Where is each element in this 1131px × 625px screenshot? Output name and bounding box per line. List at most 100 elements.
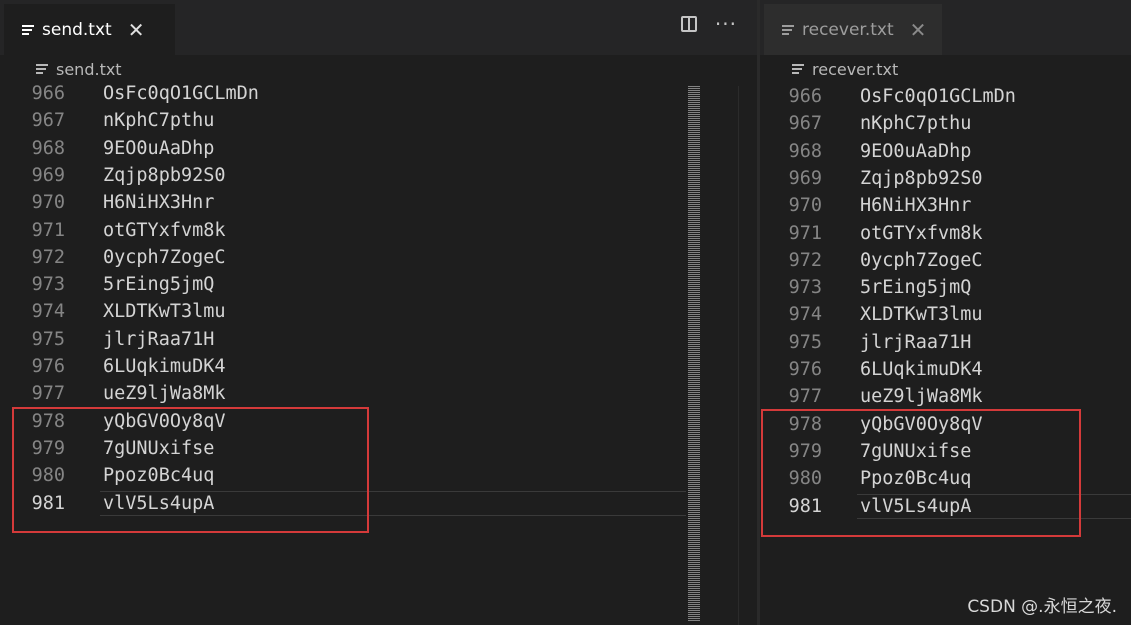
- code-line[interactable]: 972 0ycph7ZogeC: [0, 244, 686, 271]
- close-icon[interactable]: ✕: [910, 20, 927, 40]
- line-text: 5rEing5jmQ: [860, 277, 972, 299]
- line-number: 973: [788, 277, 822, 299]
- vertical-scrollbar[interactable]: [738, 86, 739, 625]
- line-number: 975: [788, 331, 822, 353]
- line-text: nKphC7pthu: [103, 110, 215, 132]
- code-line[interactable]: 977 ueZ9ljWa8Mk: [760, 383, 1131, 410]
- line-number: 973: [31, 274, 65, 296]
- text-editor-right[interactable]: 966 OsFc0qO1GCLmDn 967 nKphC7pthu 968 9EO0uAa…: [760, 83, 1131, 625]
- line-text: otGTYxfvm8k: [860, 222, 983, 244]
- line-number: 968: [788, 140, 822, 162]
- breadcrumb[interactable]: send.txt: [36, 56, 122, 82]
- line-text: 5rEing5jmQ: [103, 274, 215, 296]
- line-number: 974: [788, 304, 822, 326]
- highlight-box-right: [761, 409, 1081, 537]
- code-line[interactable]: 976 6LUqkimuDK4: [0, 353, 686, 380]
- tab-send-txt[interactable]: send.txt ✕: [4, 4, 175, 55]
- code-line[interactable]: 973 5rEing5jmQ: [760, 274, 1131, 301]
- line-text: 9EO0uAaDhp: [860, 140, 972, 162]
- code-line[interactable]: 971 otGTYxfvm8k: [0, 217, 686, 244]
- minimap[interactable]: [688, 86, 700, 621]
- editor-actions: ···: [680, 14, 737, 34]
- code-line[interactable]: 973 5rEing5jmQ: [0, 271, 686, 298]
- code-line[interactable]: 974 XLDTKwT3lmu: [0, 298, 686, 325]
- tab-label: send.txt: [42, 19, 112, 40]
- line-number: 976: [788, 359, 822, 380]
- line-number: 968: [31, 137, 65, 159]
- tab-recever-txt[interactable]: recever.txt ✕: [764, 4, 942, 55]
- code-line[interactable]: 975 jlrjRaa71H: [0, 326, 686, 353]
- more-actions-icon[interactable]: ···: [715, 14, 737, 34]
- line-number: 977: [31, 383, 65, 405]
- line-number: 970: [31, 192, 65, 214]
- code-line[interactable]: 967 nKphC7pthu: [760, 110, 1131, 137]
- split-editor-icon[interactable]: [680, 16, 697, 32]
- code-line[interactable]: 977 ueZ9ljWa8Mk: [0, 380, 686, 407]
- line-text: otGTYxfvm8k: [103, 219, 226, 241]
- code-line[interactable]: 971 otGTYxfvm8k: [760, 220, 1131, 247]
- code-line[interactable]: 968 9EO0uAaDhp: [760, 138, 1131, 165]
- breadcrumb-file[interactable]: send.txt: [56, 60, 122, 79]
- line-number: 967: [31, 110, 65, 132]
- line-text: ueZ9ljWa8Mk: [860, 386, 983, 408]
- line-number: 977: [788, 386, 822, 408]
- text-file-icon: [792, 63, 804, 75]
- line-text: jlrjRaa71H: [103, 328, 215, 350]
- code-line[interactable]: 975 jlrjRaa71H: [760, 329, 1131, 356]
- code-line[interactable]: 969 Zqjp8pb92S0: [0, 162, 686, 189]
- tab-bar-right: recever.txt ✕: [760, 0, 1131, 55]
- code-line[interactable]: 969 Zqjp8pb92S0: [760, 165, 1131, 192]
- code-line[interactable]: 967 nKphC7pthu: [0, 107, 686, 134]
- editor-window: send.txt ✕ ··· send.txt 966 OsFc0qO1GCLmD…: [0, 0, 1131, 625]
- line-text: XLDTKwT3lmu: [103, 301, 226, 323]
- line-number: 969: [788, 167, 822, 189]
- line-number: 970: [788, 195, 822, 217]
- line-text: 6LUqkimuDK4: [860, 359, 983, 380]
- line-text: 0ycph7ZogeC: [103, 246, 226, 268]
- line-number: 972: [788, 249, 822, 271]
- code-line[interactable]: 968 9EO0uAaDhp: [0, 135, 686, 162]
- line-number: 975: [31, 328, 65, 350]
- line-text: H6NiHX3Hnr: [860, 195, 972, 217]
- line-text: OsFc0qO1GCLmDn: [860, 86, 1016, 107]
- line-text: OsFc0qO1GCLmDn: [103, 83, 259, 104]
- line-text: nKphC7pthu: [860, 113, 972, 135]
- line-text: H6NiHX3Hnr: [103, 192, 215, 214]
- line-number: 971: [788, 222, 822, 244]
- breadcrumb[interactable]: recever.txt: [792, 56, 898, 82]
- line-text: 9EO0uAaDhp: [103, 137, 215, 159]
- text-file-icon: [36, 63, 48, 75]
- line-number: 966: [788, 86, 822, 107]
- editor-group-right: recever.txt ✕ recever.txt 966 OsFc0qO1GCL…: [760, 0, 1131, 625]
- breadcrumb-file[interactable]: recever.txt: [812, 60, 898, 79]
- code-line[interactable]: 970 H6NiHX3Hnr: [0, 189, 686, 216]
- line-text: 6LUqkimuDK4: [103, 356, 226, 377]
- code-line[interactable]: 970 H6NiHX3Hnr: [760, 192, 1131, 219]
- code-line[interactable]: 966 OsFc0qO1GCLmDn: [760, 83, 1131, 110]
- line-number: 972: [31, 246, 65, 268]
- line-number: 976: [31, 356, 65, 377]
- highlight-box-left: [12, 407, 369, 533]
- tab-bar-left: send.txt ✕ ···: [0, 0, 757, 55]
- text-file-icon: [782, 24, 794, 36]
- line-number: 966: [31, 83, 65, 104]
- line-number: 974: [31, 301, 65, 323]
- line-number: 969: [31, 164, 65, 186]
- line-text: Zqjp8pb92S0: [860, 167, 983, 189]
- line-text: ueZ9ljWa8Mk: [103, 383, 226, 405]
- text-editor-left[interactable]: 966 OsFc0qO1GCLmDn 967 nKphC7pthu 968 9EO0uAa…: [0, 80, 686, 625]
- tab-label: recever.txt: [802, 19, 894, 40]
- line-number: 967: [788, 113, 822, 135]
- code-line[interactable]: 974 XLDTKwT3lmu: [760, 301, 1131, 328]
- line-text: 0ycph7ZogeC: [860, 249, 983, 271]
- line-text: XLDTKwT3lmu: [860, 304, 983, 326]
- close-icon[interactable]: ✕: [128, 20, 145, 40]
- line-text: jlrjRaa71H: [860, 331, 972, 353]
- line-number: 971: [31, 219, 65, 241]
- text-file-icon: [22, 24, 34, 36]
- code-line[interactable]: 976 6LUqkimuDK4: [760, 356, 1131, 383]
- editor-group-left: send.txt ✕ ··· send.txt 966 OsFc0qO1GCLmD…: [0, 0, 757, 625]
- code-line[interactable]: 972 0ycph7ZogeC: [760, 247, 1131, 274]
- watermark: CSDN @.永恒之夜.: [967, 597, 1117, 617]
- code-line[interactable]: 966 OsFc0qO1GCLmDn: [0, 80, 686, 107]
